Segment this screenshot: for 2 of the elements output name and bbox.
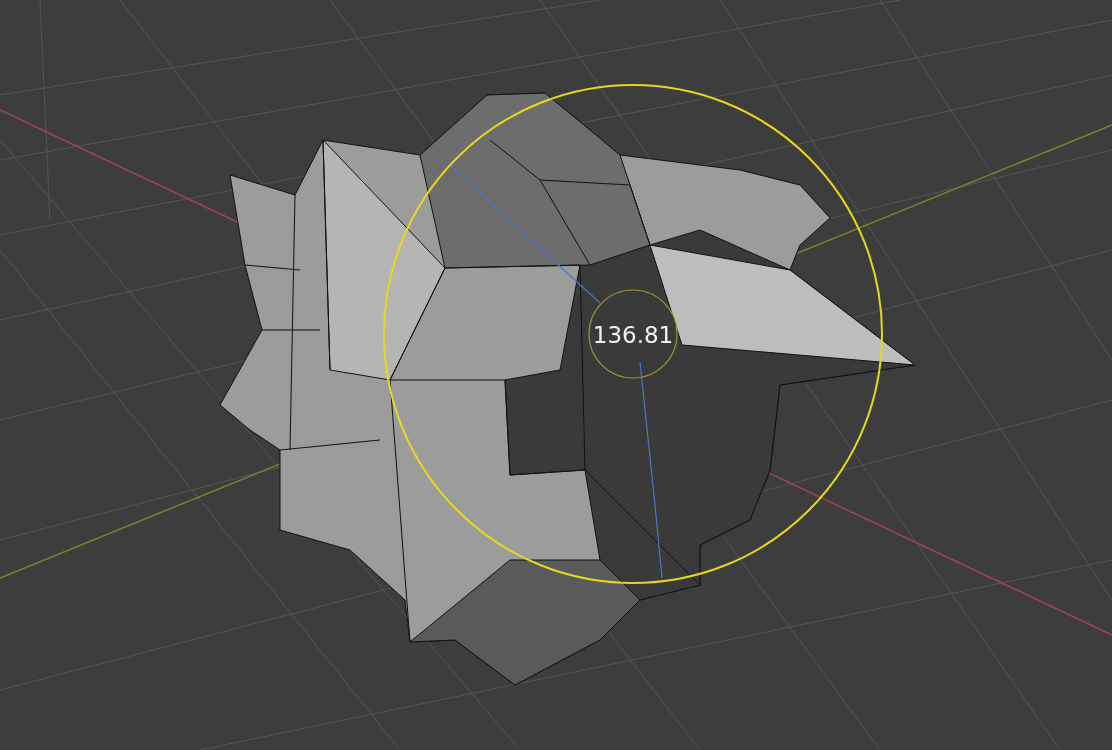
angle-readout: 136.81: [592, 322, 674, 348]
viewport[interactable]: 136.81: [0, 0, 1112, 750]
